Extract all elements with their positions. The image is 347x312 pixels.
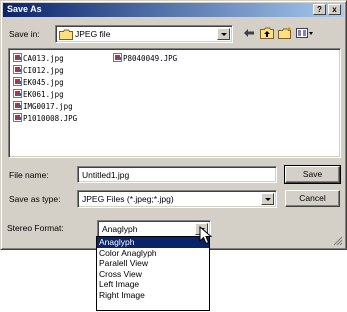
save-in-combo[interactable]: JPEG file bbox=[55, 25, 233, 43]
new-folder-icon[interactable] bbox=[278, 27, 292, 39]
option-left-image[interactable]: Left Image bbox=[97, 279, 209, 290]
list-item[interactable]: CI012.jpg bbox=[13, 65, 64, 76]
file-name-value[interactable]: Untitled1.jpg bbox=[82, 170, 129, 180]
option-paralell-view[interactable]: Paralell View bbox=[97, 258, 209, 269]
chevron-down-icon[interactable] bbox=[261, 193, 274, 205]
option-right-image[interactable]: Right Image bbox=[97, 290, 209, 301]
image-file-icon bbox=[113, 53, 122, 62]
chevron-down-icon[interactable] bbox=[217, 28, 230, 40]
image-file-icon bbox=[13, 101, 22, 110]
save-as-type-value: JPEG Files (*.jpeg;*.jpg) bbox=[82, 194, 174, 204]
save-as-type-combo[interactable]: JPEG Files (*.jpeg;*.jpg) bbox=[77, 190, 277, 208]
cancel-button[interactable]: Cancel bbox=[285, 190, 340, 207]
save-button[interactable]: Save bbox=[284, 165, 341, 184]
help-button[interactable]: ? bbox=[313, 4, 326, 15]
option-color-anaglyph[interactable]: Color Anaglyph bbox=[97, 248, 209, 259]
image-file-icon bbox=[13, 89, 22, 98]
option-anaglyph[interactable]: Anaglyph bbox=[97, 237, 209, 248]
file-name-input[interactable]: Untitled1.jpg bbox=[77, 166, 277, 183]
stereo-format-label: Stereo Format: bbox=[7, 223, 64, 233]
back-arrow-icon[interactable] bbox=[242, 27, 256, 39]
option-cross-view[interactable]: Cross View bbox=[97, 269, 209, 280]
file-list[interactable]: CA013.jpg CI012.jpg EK045.jpg EK061.jpg … bbox=[8, 48, 341, 158]
folder-icon bbox=[59, 29, 73, 40]
list-item[interactable]: IMG0017.jpg bbox=[13, 101, 73, 112]
resize-grip-icon[interactable] bbox=[333, 236, 343, 246]
save-in-value: JPEG file bbox=[75, 29, 111, 39]
title-bar[interactable]: Save As ? x bbox=[3, 3, 344, 17]
list-item[interactable]: EK061.jpg bbox=[13, 89, 64, 100]
close-button[interactable]: x bbox=[328, 4, 341, 15]
image-file-icon bbox=[13, 53, 22, 62]
list-item[interactable]: P8040049.JPG bbox=[113, 53, 177, 64]
save-as-type-label: Save as type: bbox=[9, 194, 61, 204]
list-item[interactable]: CA013.jpg bbox=[13, 53, 64, 64]
image-file-icon bbox=[13, 113, 22, 122]
save-as-dialog: Save As ? x Save in: JPEG file CA013.jpg… bbox=[0, 0, 347, 250]
up-folder-icon[interactable] bbox=[260, 27, 274, 39]
image-file-icon bbox=[13, 77, 22, 86]
list-item[interactable]: EK045.jpg bbox=[13, 77, 64, 88]
stereo-format-value: Anaglyph bbox=[102, 224, 138, 234]
stereo-format-dropdown[interactable]: Anaglyph Color Anaglyph Paralell View Cr… bbox=[96, 236, 210, 311]
list-item[interactable]: P1010008.JPG bbox=[13, 113, 77, 124]
view-menu-icon[interactable] bbox=[296, 27, 314, 39]
window-title: Save As bbox=[7, 4, 42, 14]
image-file-icon bbox=[13, 65, 22, 74]
file-name-label: File name: bbox=[9, 170, 49, 180]
mouse-cursor-icon bbox=[199, 226, 213, 245]
save-in-label: Save in: bbox=[9, 29, 40, 39]
